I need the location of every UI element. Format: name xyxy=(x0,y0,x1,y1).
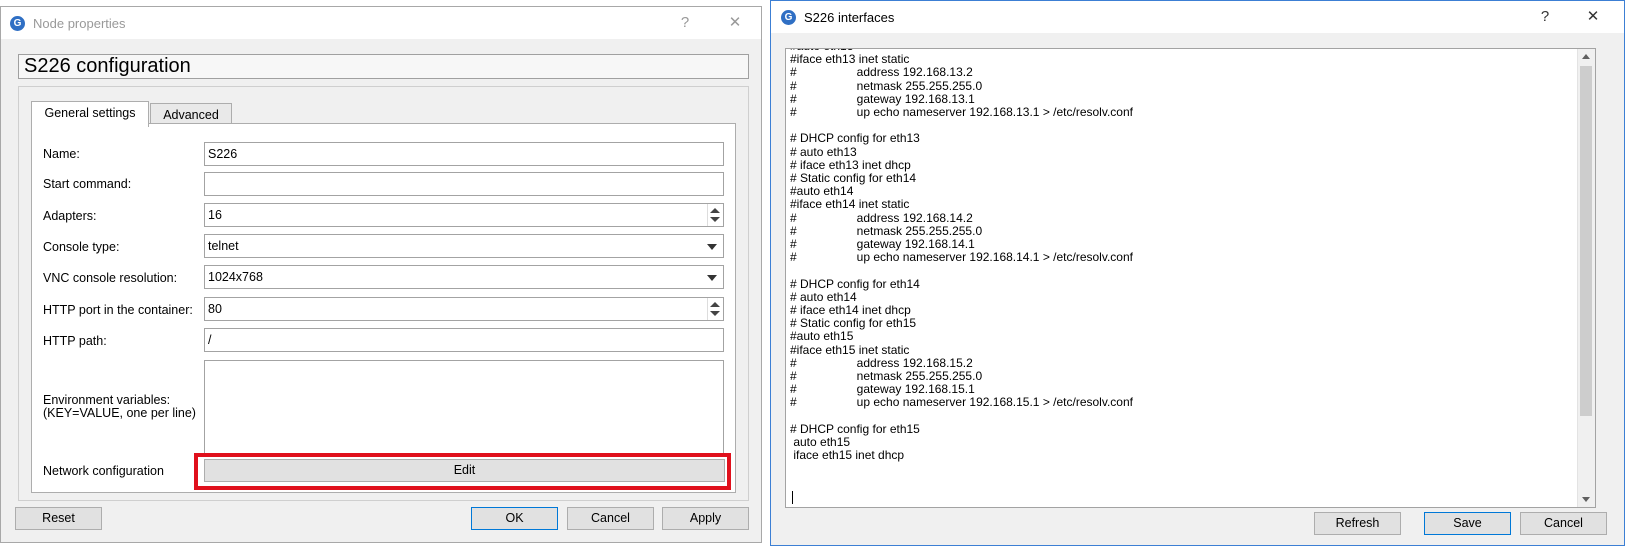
name-label: Name: xyxy=(43,147,80,161)
name-input[interactable]: S226 xyxy=(204,142,724,166)
console-type-value: telnet xyxy=(208,239,239,253)
window-title: Node properties xyxy=(33,16,126,31)
http-port-spin-arrows[interactable] xyxy=(707,298,723,320)
interfaces-text[interactable]: #auto eth13 #iface eth13 inet static # a… xyxy=(790,49,1575,463)
adapters-label: Adapters: xyxy=(43,209,97,223)
scroll-thumb[interactable] xyxy=(1580,66,1592,416)
start-command-label: Start command: xyxy=(43,177,132,191)
help-button[interactable]: ? xyxy=(1531,6,1559,28)
interfaces-window: G S226 interfaces ? ✕ #auto eth13 #iface… xyxy=(770,0,1625,546)
title-bar[interactable]: G S226 interfaces ? ✕ xyxy=(771,1,1624,33)
start-command-input[interactable] xyxy=(204,172,724,196)
vnc-resolution-label: VNC console resolution: xyxy=(43,271,178,285)
close-button[interactable]: ✕ xyxy=(1579,6,1607,28)
cancel-button[interactable]: Cancel xyxy=(1520,512,1607,535)
help-button[interactable]: ? xyxy=(671,12,699,34)
apply-button[interactable]: Apply xyxy=(662,507,749,530)
env-vars-label: Environment variables: xyxy=(43,393,171,407)
scroll-down-icon[interactable] xyxy=(1582,497,1590,502)
adapters-value: 16 xyxy=(208,208,222,222)
spin-down-icon[interactable] xyxy=(710,311,720,316)
close-button[interactable]: ✕ xyxy=(721,12,749,34)
spin-down-icon[interactable] xyxy=(710,217,720,222)
console-type-label: Console type: xyxy=(43,240,120,254)
http-path-input[interactable]: / xyxy=(204,328,724,352)
http-port-value: 80 xyxy=(208,302,222,316)
spin-up-icon[interactable] xyxy=(710,208,720,213)
network-config-label: Network configuration xyxy=(43,464,164,478)
interfaces-editor[interactable]: #auto eth13 #iface eth13 inet static # a… xyxy=(785,48,1596,508)
reset-button[interactable]: Reset xyxy=(15,507,102,530)
text-caret xyxy=(792,491,793,504)
adapters-spinbox[interactable]: 16 xyxy=(204,203,724,227)
http-port-label: HTTP port in the container: xyxy=(43,303,193,317)
http-path-label: HTTP path: xyxy=(43,334,107,348)
vertical-scrollbar[interactable] xyxy=(1577,49,1595,507)
highlight-box xyxy=(194,453,731,490)
http-port-spinbox[interactable]: 80 xyxy=(204,297,724,321)
spin-up-icon[interactable] xyxy=(710,302,720,307)
scroll-up-icon[interactable] xyxy=(1582,54,1590,59)
node-properties-window: G Node properties ? ✕ S226 configuration… xyxy=(0,6,762,543)
vnc-resolution-value: 1024x768 xyxy=(208,270,263,284)
chevron-down-icon xyxy=(707,275,717,281)
app-icon: G xyxy=(781,10,796,25)
save-button[interactable]: Save xyxy=(1424,512,1511,535)
config-heading: S226 configuration xyxy=(18,54,749,79)
cancel-button[interactable]: Cancel xyxy=(567,507,654,530)
console-type-select[interactable]: telnet xyxy=(204,234,724,258)
ok-button[interactable]: OK xyxy=(471,507,558,530)
vnc-resolution-select[interactable]: 1024x768 xyxy=(204,265,724,289)
adapters-spin-arrows[interactable] xyxy=(707,204,723,226)
refresh-button[interactable]: Refresh xyxy=(1314,512,1401,535)
env-vars-hint: (KEY=VALUE, one per line) xyxy=(43,406,196,420)
chevron-down-icon xyxy=(707,244,717,250)
title-bar[interactable]: G Node properties ? ✕ xyxy=(1,7,761,39)
app-icon: G xyxy=(10,16,25,31)
env-vars-textarea[interactable] xyxy=(204,360,724,457)
tab-general-settings[interactable]: General settings xyxy=(31,101,149,127)
window-title: S226 interfaces xyxy=(804,10,895,25)
